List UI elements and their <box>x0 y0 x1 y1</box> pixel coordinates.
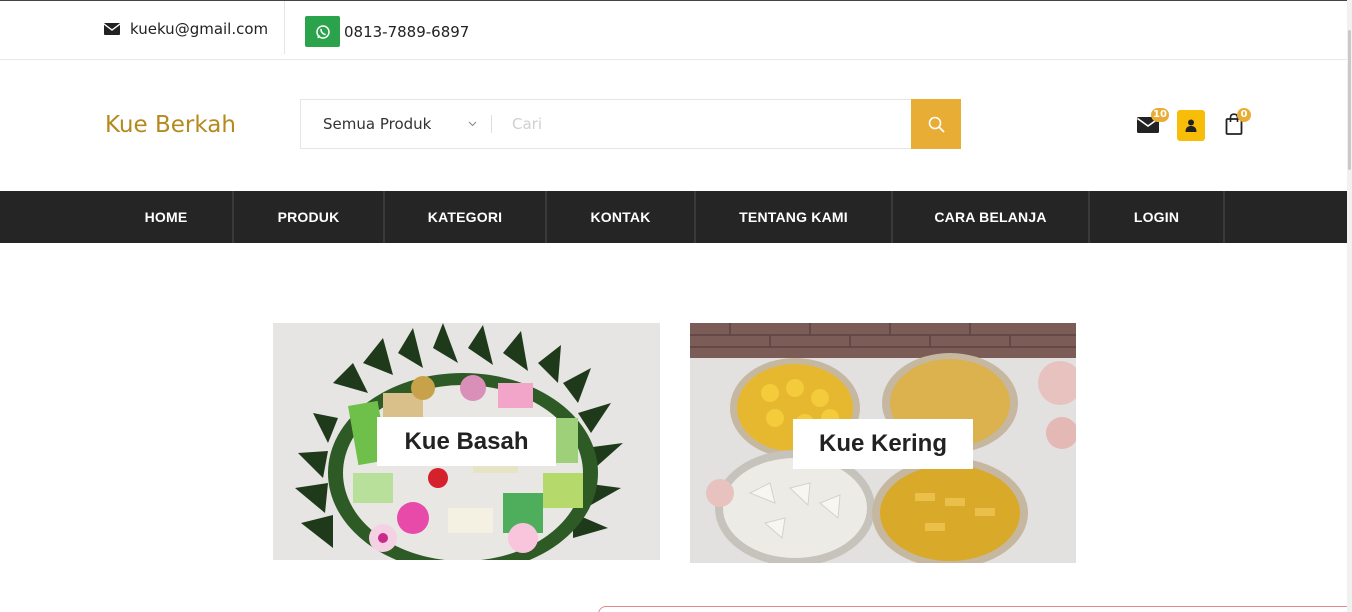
nav-divider <box>1223 191 1225 243</box>
nav-item-cara-belanja[interactable]: CARA BELANJA <box>893 191 1088 243</box>
bottom-section-edge <box>598 606 1352 612</box>
email-link[interactable]: kueku@gmail.com <box>104 19 268 39</box>
messages-badge: 10 <box>1151 108 1169 122</box>
search-button[interactable] <box>911 99 961 149</box>
category-card-label: Kue Basah <box>377 417 556 466</box>
nav-item-login[interactable]: LOGIN <box>1090 191 1223 243</box>
nav-item-tentang-kami[interactable]: TENTANG KAMI <box>696 191 891 243</box>
phone-link[interactable]: 0813-7889-6897 <box>305 16 469 47</box>
nav-item-home[interactable]: HOME <box>100 191 232 243</box>
cart-badge: 0 <box>1237 108 1251 122</box>
phone-text: 0813-7889-6897 <box>344 22 470 41</box>
search-icon <box>928 116 944 132</box>
search-bar: Semua Produk <box>300 99 961 149</box>
user-icon <box>1185 119 1197 132</box>
category-card-kue-kering[interactable]: Kue Kering <box>690 323 1076 563</box>
nav-item-kategori[interactable]: KATEGORI <box>385 191 545 243</box>
category-select[interactable]: Semua Produk <box>301 100 491 148</box>
top-bar: kueku@gmail.com 0813-7889-6897 <box>0 1 1352 60</box>
category-card-kue-basah[interactable]: Kue Basah <box>273 323 660 560</box>
category-select-value: Semua Produk <box>323 115 432 133</box>
email-text: kueku@gmail.com <box>130 20 269 38</box>
nav-item-produk[interactable]: PRODUK <box>234 191 383 243</box>
header-icons: 10 0 <box>1137 108 1257 144</box>
main-nav: HOME PRODUK KATEGORI KONTAK TENTANG KAMI… <box>0 191 1352 243</box>
search-input[interactable] <box>492 100 960 148</box>
category-card-label: Kue Kering <box>793 419 973 469</box>
chevron-down-icon <box>468 121 477 127</box>
brand-logo[interactable]: Kue Berkah <box>105 112 236 138</box>
nav-item-kontak[interactable]: KONTAK <box>547 191 694 243</box>
envelope-icon <box>104 23 120 35</box>
whatsapp-icon <box>305 16 340 47</box>
account-button[interactable] <box>1177 110 1205 141</box>
topbar-divider <box>284 1 285 54</box>
scrollbar-thumb[interactable] <box>1348 30 1351 170</box>
